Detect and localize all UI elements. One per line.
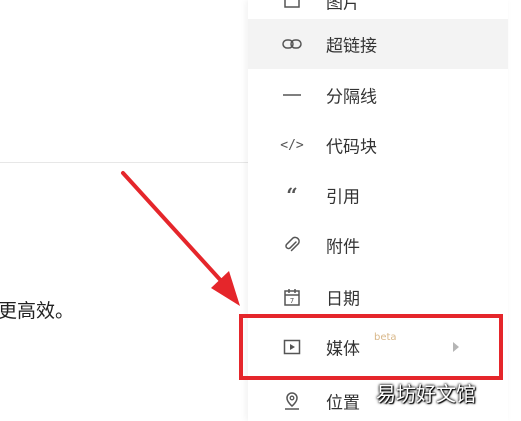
pointer-arrow [121, 171, 240, 306]
watermark: 易坊好文馆 [376, 382, 476, 406]
